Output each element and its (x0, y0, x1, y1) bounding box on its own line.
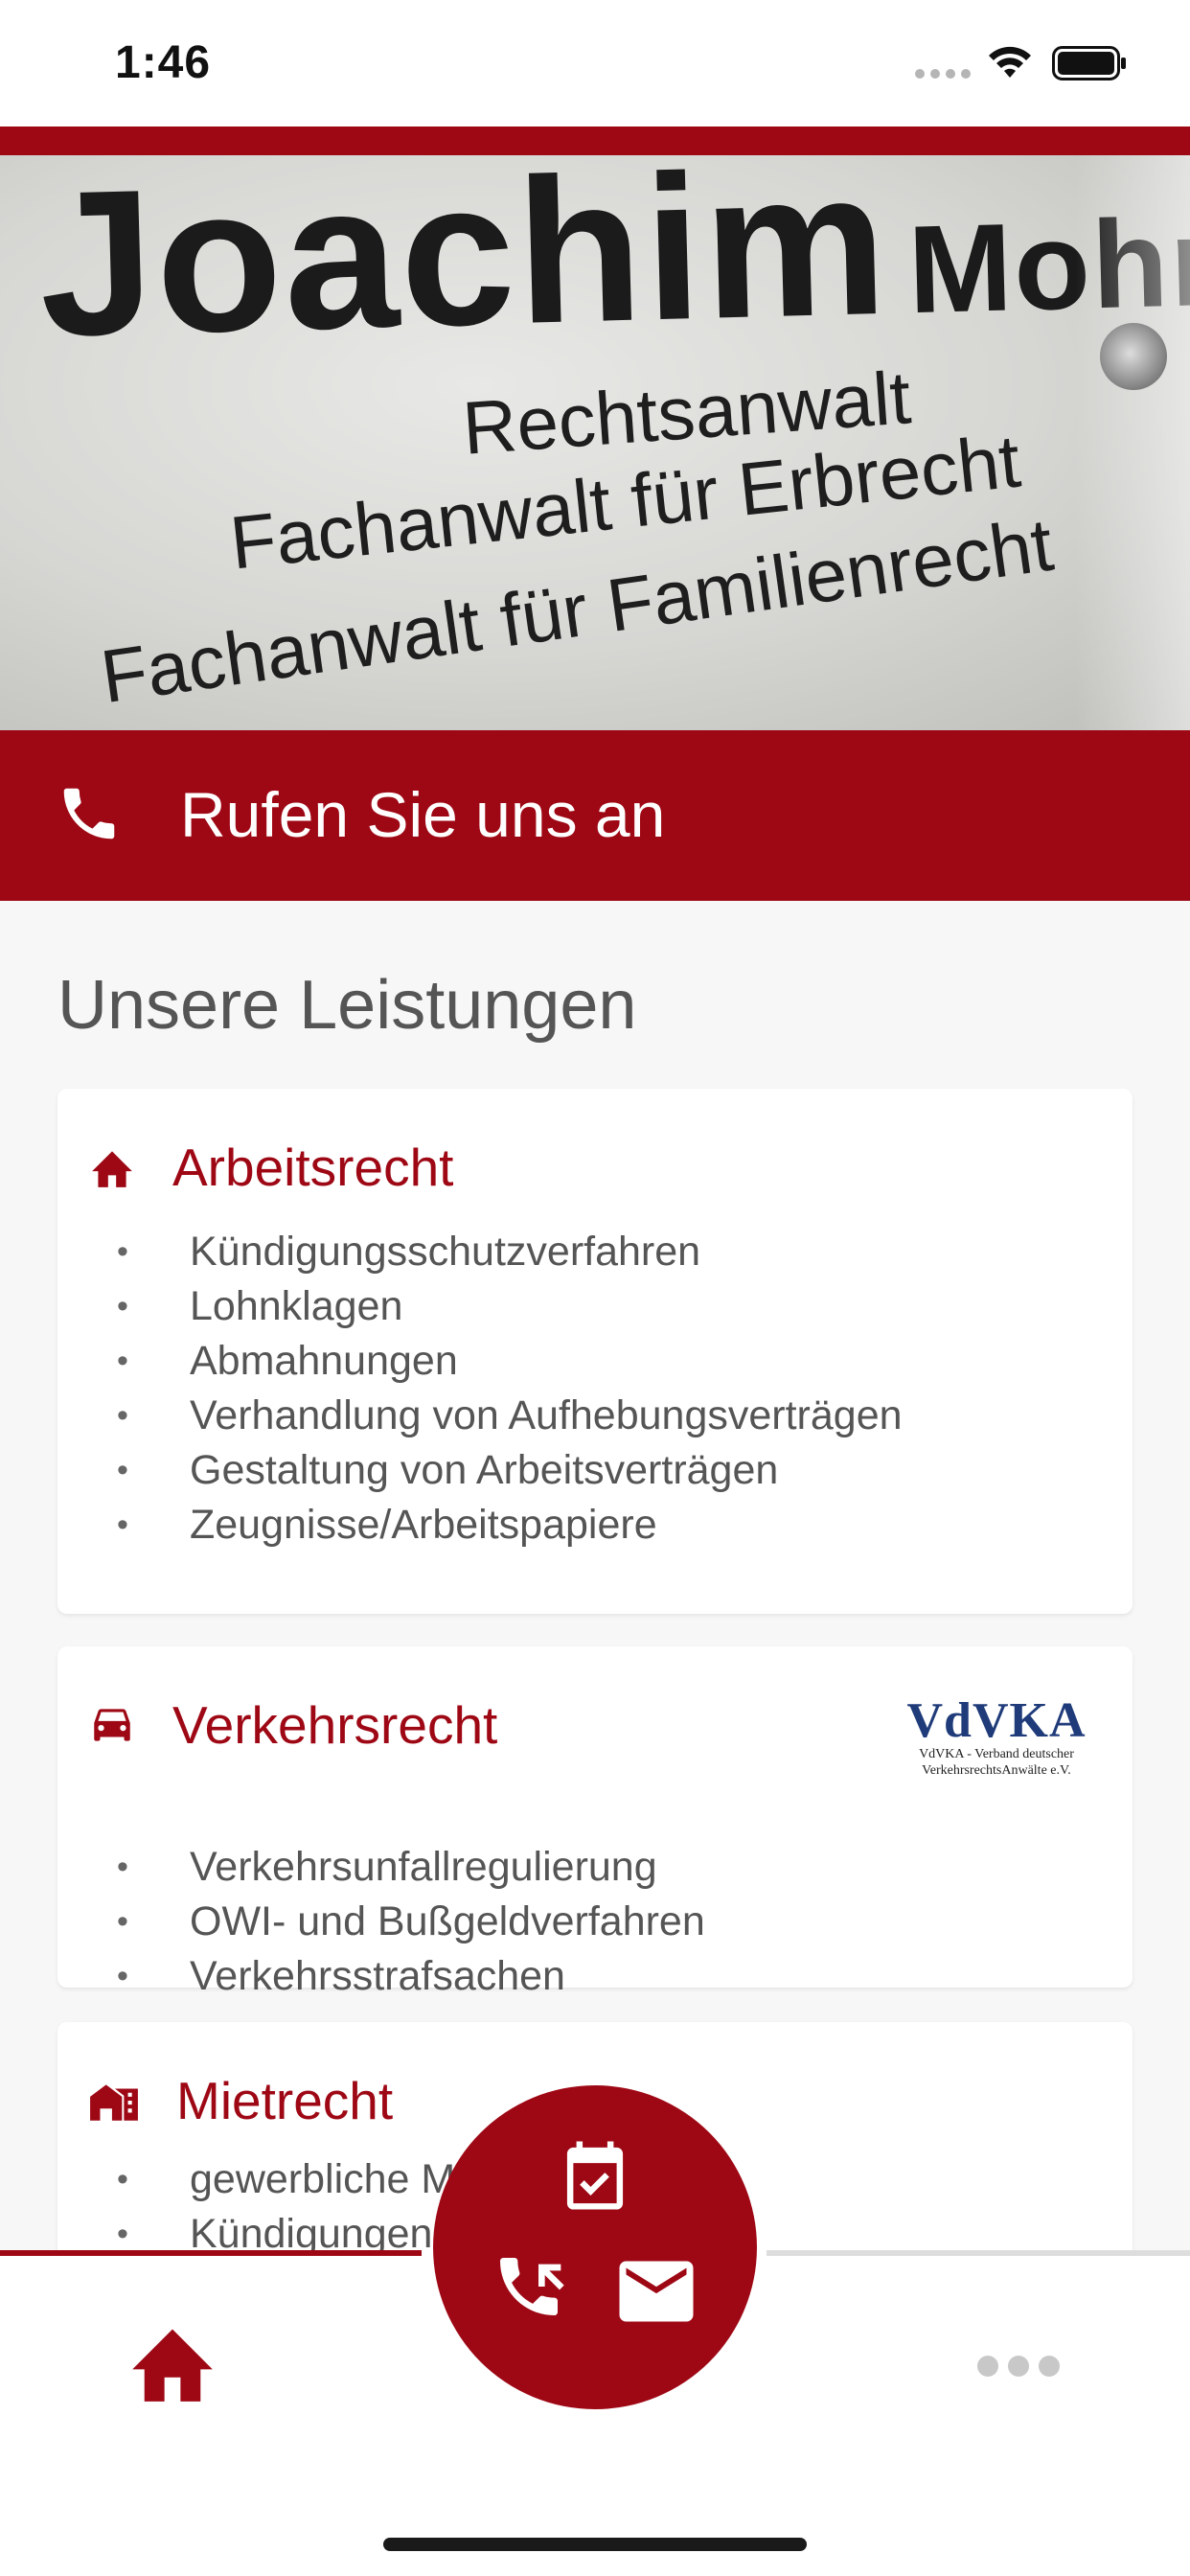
list-item: Verkehrsstrafsachen (115, 1949, 705, 2004)
list-item: Verkehrsunfallregulierung (115, 1840, 705, 1895)
car-icon (94, 1709, 130, 1741)
card-header: Arbeitsrecht (88, 1137, 453, 1198)
card-header: Mietrecht (88, 2070, 393, 2131)
wifi-icon (989, 46, 1031, 78)
calendar-check-icon[interactable] (558, 2135, 632, 2216)
vdvka-logo: VdVKA VdVKA - Verband deutscher Verkehrs… (899, 1696, 1094, 1779)
battery-icon (1052, 46, 1126, 80)
more-icon[interactable] (977, 2356, 1060, 2377)
phone-icon (63, 788, 115, 840)
call-button[interactable]: Rufen Sie uns an (0, 730, 1190, 901)
vdvka-caption-2: VerkehrsrechtsAnwälte e.V. (922, 1763, 1071, 1778)
list-item: Gestaltung von Arbeitsverträgen (115, 1443, 903, 1498)
home-icon (92, 1151, 132, 1187)
sign-screw (1100, 323, 1167, 390)
call-label: Rufen Sie uns an (180, 779, 666, 850)
list-item: Kündigungsschutzverfahren (115, 1225, 903, 1279)
home-indicator[interactable] (383, 2538, 807, 2551)
phone-incoming-icon[interactable] (491, 2248, 567, 2325)
mail-icon[interactable] (615, 2258, 698, 2325)
list-item: Verhandlung von Aufhebungsverträgen (115, 1389, 903, 1443)
service-list: Kündigungsschutzverfahren Lohnklagen Abm… (115, 1225, 903, 1552)
contact-fab[interactable] (433, 2085, 757, 2409)
service-list: Verkehrsunfallregulierung OWI- und Bußge… (115, 1840, 705, 2004)
status-bar: 1:46 (0, 0, 1190, 126)
service-card-arbeitsrecht[interactable]: Arbeitsrecht Kündigungsschutzverfahren L… (57, 1089, 1133, 1614)
status-time: 1:46 (115, 37, 212, 88)
nav-divider (767, 2250, 1190, 2256)
signal-icon (915, 69, 971, 79)
card-title: Mietrecht (176, 2071, 394, 2130)
building-icon (90, 2084, 138, 2121)
header-band (0, 126, 1190, 155)
vdvka-caption-1: VdVKA - Verband deutscher (919, 1747, 1074, 1761)
list-item: Lohnklagen (115, 1279, 903, 1334)
glass-edge (1075, 155, 1190, 730)
vdvka-mark: VdVKA (906, 1693, 1087, 1748)
card-title: Arbeitsrecht (172, 1138, 454, 1197)
page-title: Unsere Leistungen (57, 967, 637, 1044)
card-header: Verkehrsrecht (88, 1694, 497, 1756)
list-item: Abmahnungen (115, 1334, 903, 1389)
home-icon[interactable] (123, 2317, 222, 2405)
hero-image: Joachim Mohr Rechtsanwalt Fachanwalt für … (0, 155, 1190, 730)
main-content[interactable]: Unsere Leistungen Arbeitsrecht Kündigung… (0, 901, 1190, 2250)
card-title: Verkehrsrecht (172, 1695, 498, 1755)
active-indicator (0, 2250, 422, 2256)
list-item: OWI- und Bußgeldverfahren (115, 1895, 705, 1949)
list-item: Zeugnisse/Arbeitspapiere (115, 1498, 903, 1552)
service-card-verkehrsrecht[interactable]: Verkehrsrecht VdVKA VdVKA - Verband deut… (57, 1646, 1133, 2004)
sign-name: Joachim Mohr (36, 155, 1190, 380)
